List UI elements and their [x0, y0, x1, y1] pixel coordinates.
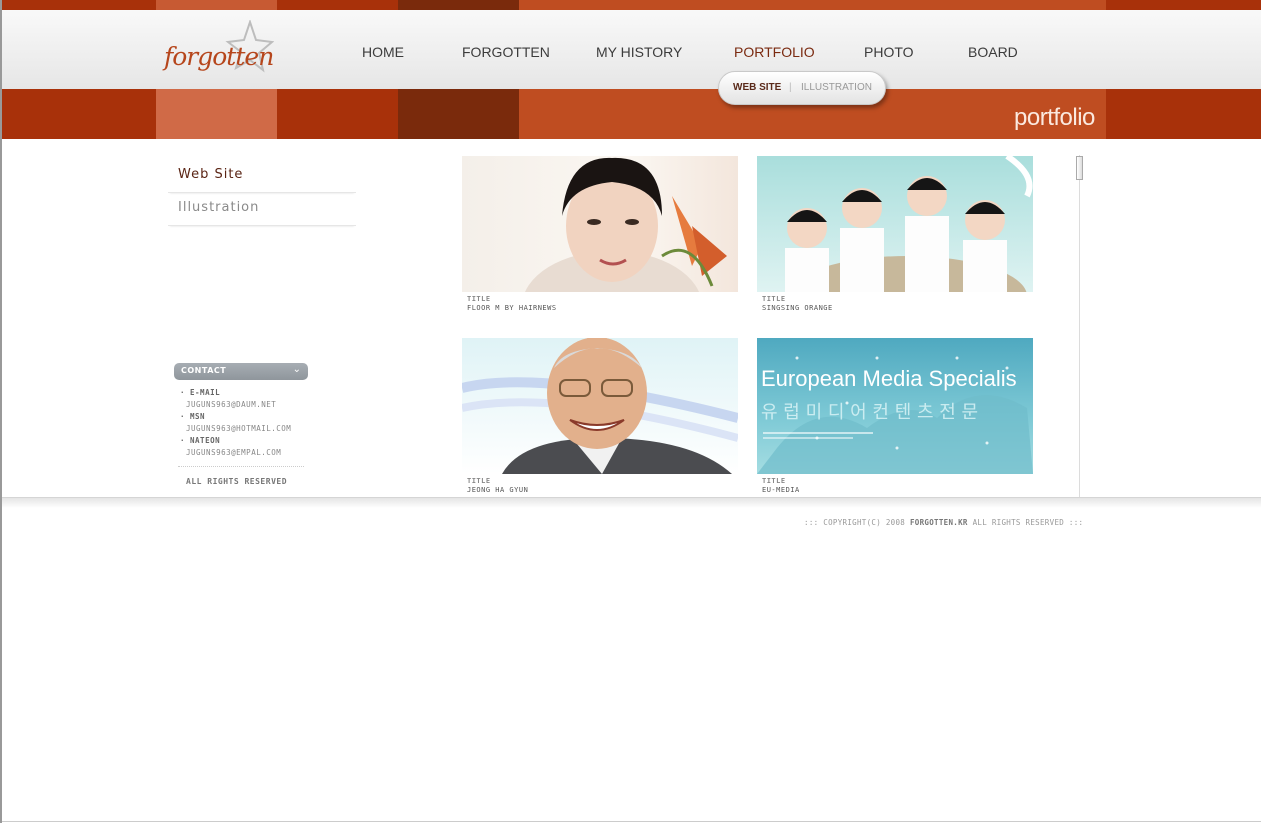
subnav-separator: | [789, 82, 792, 93]
page-bottom-edge [2, 821, 1261, 822]
portfolio-thumb-jeong-ha-gyun[interactable] [462, 338, 738, 474]
sidebar-rights: ALL RIGHTS RESERVED [186, 477, 288, 486]
scrollbar-thumb[interactable] [1076, 156, 1083, 180]
footer-divider [2, 497, 1261, 508]
thumb-title[interactable]: JEONG HA GYUN [467, 486, 528, 494]
portfolio-subnav: WEB SITE | ILLUSTRATION [718, 71, 886, 105]
nav-my-history[interactable]: MY HISTORY [596, 44, 682, 60]
thumb-title-label: TITLE [467, 295, 491, 303]
portrait-image [462, 338, 738, 474]
nav-photo[interactable]: PHOTO [864, 44, 914, 60]
subnav-illustration[interactable]: ILLUSTRATION [801, 82, 872, 93]
thumb-title-label: TITLE [762, 295, 786, 303]
contact-title: CONTACT [181, 366, 227, 375]
thumb-title-label: TITLE [467, 477, 491, 485]
portfolio-thumb-singsing-orange[interactable] [757, 156, 1033, 292]
nav-home[interactable]: HOME [362, 44, 404, 60]
contact-msn-value[interactable]: JUGUNS963@HOTMAIL.COM [186, 424, 291, 433]
eu-media-korean-text: 유 럽 미 디 어 컨 텐 츠 전 문 [761, 402, 979, 423]
contact-header[interactable]: CONTACT ⌄ [174, 363, 308, 380]
contact-nateon-label: · NATEON [180, 436, 221, 445]
nav-board[interactable]: BOARD [968, 44, 1018, 60]
group-photo-image [785, 156, 1033, 292]
scroll-track[interactable] [1079, 155, 1080, 498]
contact-email-label: · E-MAIL [180, 388, 221, 397]
thumb-title-label: TITLE [762, 477, 786, 485]
contact-divider [178, 466, 304, 467]
nav-portfolio[interactable]: PORTFOLIO [734, 44, 815, 60]
contact-nateon-value[interactable]: JUGUNS963@EMPAL.COM [186, 448, 281, 457]
chevron-down-icon: ⌄ [292, 364, 301, 375]
portfolio-thumb-eu-media[interactable]: European Media Specialis 유 럽 미 디 어 컨 텐 츠… [757, 338, 1033, 474]
header-top-band [2, 0, 1261, 10]
thumb-title[interactable]: FLOOR M BY HAIRNEWS [467, 304, 557, 312]
footer-copyright: ::: COPYRIGHT(C) 2008 FORGOTTEN.KR ALL R… [804, 518, 1084, 527]
portrait-image [524, 157, 727, 292]
eu-media-banner-text: European Media Specialis [761, 366, 1017, 391]
portfolio-thumb-floor-m[interactable] [462, 156, 738, 292]
thumb-title[interactable]: SINGSING ORANGE [762, 304, 833, 312]
nav-forgotten[interactable]: FORGOTTEN [462, 44, 550, 60]
main-nav: HOME FORGOTTEN MY HISTORY PORTFOLIO PHOT… [2, 44, 1261, 68]
contact-email-value[interactable]: JUGUNS963@DAUM.NET [186, 400, 276, 409]
subnav-web-site[interactable]: WEB SITE [733, 82, 781, 93]
sidebar-item-label: Illustration [178, 200, 260, 215]
sidebar-item-label: Web Site [178, 167, 244, 182]
section-title: portfolio [1014, 104, 1095, 131]
contact-msn-label: · MSN [180, 412, 206, 421]
sidebar-item-illustration[interactable]: Illustration [168, 191, 356, 226]
sidebar-item-web-site[interactable]: Web Site [168, 158, 356, 193]
thumb-title[interactable]: EU-MEDIA [762, 486, 800, 494]
